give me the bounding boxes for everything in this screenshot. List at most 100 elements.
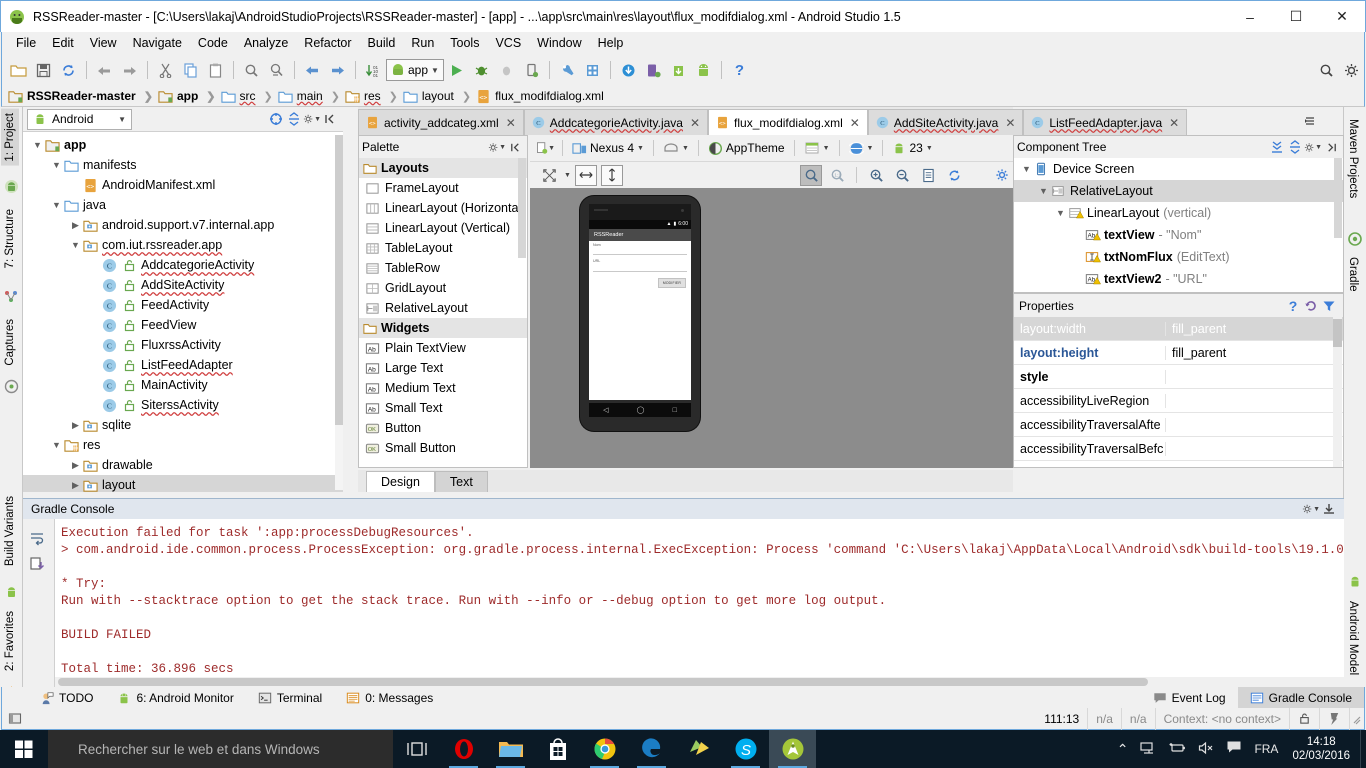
component-tree-row[interactable]: ▼ LinearLayout (vertical) xyxy=(1014,202,1343,224)
console-wrap-icon[interactable] xyxy=(23,525,51,551)
preview-edittext-nom[interactable] xyxy=(593,254,687,255)
palette-group-layouts[interactable]: Layouts xyxy=(359,158,527,178)
windows-search-box[interactable]: Rechercher sur le web et dans Windows xyxy=(48,730,393,768)
device-selector[interactable]: Nexus 4 ▼ xyxy=(569,138,647,159)
breadcrumb-item-4[interactable]: res ❯ xyxy=(345,89,403,104)
property-row[interactable]: accessibilityTraversalAfte xyxy=(1014,413,1343,437)
sdk-manager-icon[interactable] xyxy=(555,58,580,82)
editor-tab[interactable]: C AddcategorieActivity.java ✕ xyxy=(523,109,709,135)
zoom-fit-icon[interactable] xyxy=(538,165,560,186)
project-tree-row[interactable]: C MainActivity xyxy=(23,375,343,395)
palette-hide-icon[interactable] xyxy=(506,138,524,156)
component-tree-hide-icon[interactable] xyxy=(1322,138,1340,156)
redo-icon[interactable] xyxy=(117,58,142,82)
properties-scrollbar-thumb[interactable] xyxy=(1333,319,1342,347)
palette-item[interactable]: TableRow xyxy=(359,258,527,278)
close-button[interactable]: ✕ xyxy=(1319,1,1365,32)
forward-icon[interactable] xyxy=(325,58,350,82)
tool-window-project[interactable]: 1: Project xyxy=(1,109,19,166)
palette-item[interactable]: TableLayout xyxy=(359,238,527,258)
api-level-selector[interactable]: 23 ▼ xyxy=(889,138,935,159)
tool-window-favorites[interactable]: 2: Favorites xyxy=(1,607,19,675)
editor-tab[interactable]: <> flux_modifdialog.xml ✕ xyxy=(708,109,868,135)
property-row[interactable]: accessibilityLiveRegion xyxy=(1014,389,1343,413)
device-monitor-icon[interactable] xyxy=(641,58,666,82)
palette-item[interactable]: LinearLayout (Horizontal) xyxy=(359,198,527,218)
gradle-console-output[interactable]: Execution failed for task ':app:processD… xyxy=(55,519,1344,677)
expand-arrow-down-icon[interactable]: ▼ xyxy=(31,140,44,150)
expand-arrow-right-icon[interactable]: ▶ xyxy=(69,220,82,231)
palette-item[interactable]: Ab Plain TextView xyxy=(359,338,527,358)
project-tree-scrollbar-track[interactable] xyxy=(335,135,343,490)
project-tree-row[interactable]: ▼ manifests xyxy=(23,155,343,175)
project-tree-row[interactable]: C FeedActivity xyxy=(23,295,343,315)
breadcrumb-item-1[interactable]: app ❯ xyxy=(158,89,221,104)
properties-help-icon[interactable]: ? xyxy=(1284,297,1302,315)
refresh-render-icon[interactable] xyxy=(943,165,965,186)
palette-item[interactable]: FrameLayout xyxy=(359,178,527,198)
expand-arrow-down-icon[interactable]: ▼ xyxy=(1054,208,1067,218)
console-settings-icon[interactable]: ▼ xyxy=(1302,500,1320,518)
bottom-tool-terminal[interactable]: Terminal xyxy=(246,687,334,708)
compile-icon[interactable]: 01 10 01 xyxy=(361,58,386,82)
volume-muted-icon[interactable] xyxy=(1198,741,1214,758)
collapse-all-icon[interactable] xyxy=(285,110,303,128)
phone-screen[interactable]: ▲ ▮ 6:00 RSSReader Nom URL MODIFIER xyxy=(589,220,691,400)
edge-icon[interactable] xyxy=(628,730,675,768)
orientation-selector[interactable]: ▼ xyxy=(660,138,692,159)
status-bar-resize-grip[interactable] xyxy=(1350,712,1364,726)
component-tree-row[interactable]: ▼ Device Screen xyxy=(1014,158,1343,180)
android-icon[interactable] xyxy=(691,58,716,82)
component-tree-row[interactable]: ▼ RelativeLayout xyxy=(1014,180,1343,202)
expand-arrow-down-icon[interactable]: ▼ xyxy=(50,160,63,170)
zoom-in-icon[interactable] xyxy=(865,165,887,186)
project-tree-row[interactable]: ▶ layout xyxy=(23,475,343,492)
preview-modifier-button[interactable]: MODIFIER xyxy=(657,278,686,288)
search-everywhere-icon[interactable] xyxy=(1314,58,1339,82)
language-indicator[interactable]: FRA xyxy=(1254,742,1278,756)
project-tree-row[interactable]: C FeedView xyxy=(23,315,343,335)
palette-item[interactable]: OK Small Button xyxy=(359,438,527,458)
tab-text[interactable]: Text xyxy=(434,471,488,492)
editor-tab[interactable]: C ListFeedAdapter.java ✕ xyxy=(1023,109,1188,135)
tool-window-gradle[interactable]: Gradle xyxy=(1344,253,1362,296)
menu-code[interactable]: Code xyxy=(190,34,236,52)
notification-icon[interactable] xyxy=(1226,740,1242,758)
panel-settings-icon[interactable]: ▼ xyxy=(303,110,321,128)
store-icon[interactable] xyxy=(534,730,581,768)
project-tree-scrollbar-thumb[interactable] xyxy=(335,135,343,425)
menu-analyze[interactable]: Analyze xyxy=(236,34,296,52)
menu-view[interactable]: View xyxy=(82,34,125,52)
editor-tab[interactable]: <> activity_addcateg.xml ✕ xyxy=(358,109,524,135)
fit-width-icon[interactable] xyxy=(574,164,597,186)
menu-help[interactable]: Help xyxy=(590,34,632,52)
component-tree-list[interactable]: ▼ Device Screen ▼ RelativeLayout ▼ LinearLayo… xyxy=(1014,158,1343,292)
project-tree-row[interactable]: C AddcategorieActivity xyxy=(23,255,343,275)
skype-icon[interactable]: S xyxy=(722,730,769,768)
open-project-icon[interactable] xyxy=(6,58,31,82)
save-all-icon[interactable] xyxy=(31,58,56,82)
android-content-area[interactable]: Nom URL MODIFIER xyxy=(589,241,691,400)
project-tree-row[interactable]: ▼ java xyxy=(23,195,343,215)
expand-arrow-down-icon[interactable]: ▼ xyxy=(50,440,63,450)
menu-refactor[interactable]: Refactor xyxy=(296,34,359,52)
cut-icon[interactable] xyxy=(153,58,178,82)
component-tree-scrollbar[interactable] xyxy=(1334,158,1342,238)
nav-recents-icon[interactable]: □ xyxy=(673,407,677,414)
project-view-selector[interactable]: Android ▼ xyxy=(27,108,132,130)
component-tree-row[interactable]: Ab textView2- "URL" xyxy=(1014,268,1343,290)
tool-window-android-model[interactable]: Android Model xyxy=(1344,597,1362,679)
file-explorer-icon[interactable] xyxy=(487,730,534,768)
component-tree-row[interactable]: Ab textView - "Nom" xyxy=(1014,224,1343,246)
bottom-tool-android-monitor[interactable]: 6: Android Monitor xyxy=(105,687,245,708)
copy-icon[interactable] xyxy=(178,58,203,82)
property-value[interactable]: fill_parent xyxy=(1166,346,1343,360)
android-studio-icon[interactable] xyxy=(769,730,816,768)
menu-file[interactable]: File xyxy=(8,34,44,52)
project-tree-row[interactable]: ▼ com.iut.rssreader.app xyxy=(23,235,343,255)
sticky-notes-icon[interactable] xyxy=(675,730,722,768)
menu-edit[interactable]: Edit xyxy=(44,34,82,52)
menu-tools[interactable]: Tools xyxy=(442,34,487,52)
editor-tab-list-icon[interactable] xyxy=(1300,110,1322,132)
avd-manager-icon[interactable] xyxy=(580,58,605,82)
